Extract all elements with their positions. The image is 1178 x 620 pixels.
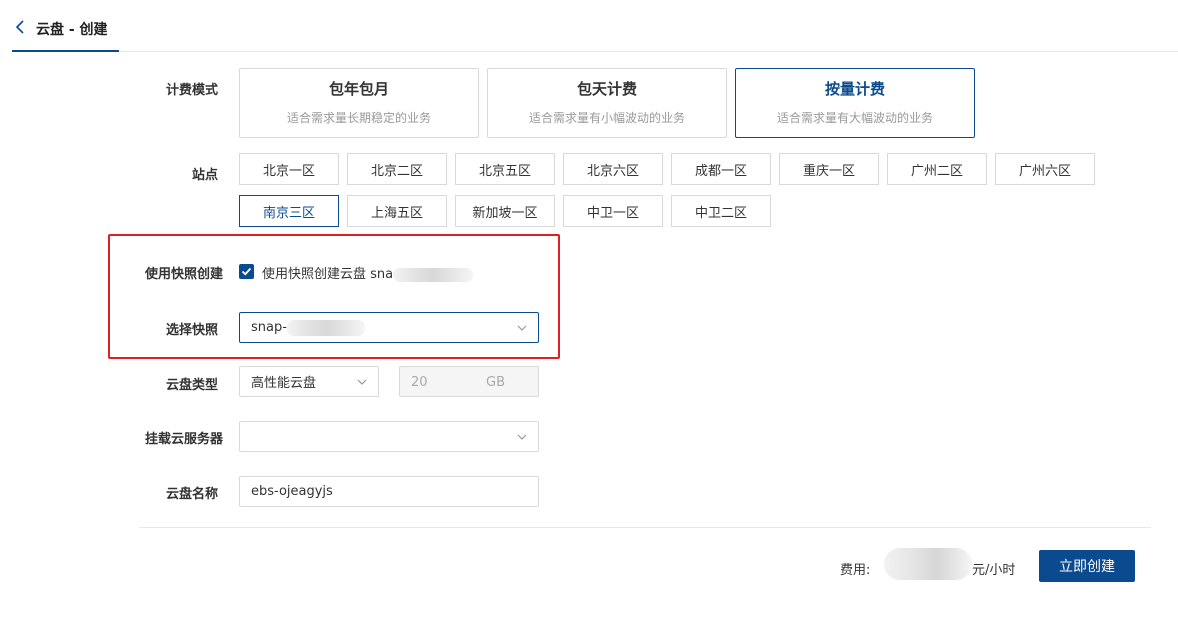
- billing-option-desc: 适合需求量有小幅波动的业务: [528, 111, 685, 125]
- snapshot-create-checkbox[interactable]: [239, 264, 254, 279]
- create-button[interactable]: 立即创建: [1039, 550, 1135, 582]
- redacted-snapshot-id: [393, 267, 474, 282]
- disk-size-value: 20: [411, 375, 428, 390]
- billing-option-title: 包年包月: [328, 80, 389, 98]
- site-option[interactable]: 中卫二区: [671, 195, 771, 227]
- fee-unit: 元/小时: [972, 563, 1016, 578]
- redacted-snapshot-value: [286, 319, 365, 336]
- site-option[interactable]: 广州二区: [887, 153, 987, 185]
- snapshot-select[interactable]: snap-: [239, 312, 539, 343]
- snapshot-create-label: 使用快照创建: [144, 267, 223, 282]
- billing-option-desc: 适合需求量有大幅波动的业务: [776, 111, 933, 125]
- fee-label: 费用:: [840, 563, 871, 578]
- site-option[interactable]: 广州六区: [995, 153, 1095, 185]
- snapshot-select-value: snap-: [251, 320, 287, 335]
- disk-type-select[interactable]: 高性能云盘: [239, 366, 379, 397]
- disk-size-unit: GB: [486, 375, 505, 390]
- billing-option-desc: 适合需求量长期稳定的业务: [286, 111, 431, 125]
- footer-divider: [139, 527, 1151, 528]
- snapshot-create-text: 使用快照创建云盘 sna: [262, 267, 394, 282]
- site-label: 站点: [191, 168, 218, 183]
- chevron-down-icon: [357, 379, 367, 385]
- back-button[interactable]: 云盘 - 创建: [12, 12, 119, 52]
- site-option[interactable]: 中卫一区: [563, 195, 663, 227]
- site-option[interactable]: 成都一区: [671, 153, 771, 185]
- site-option[interactable]: 重庆一区: [779, 153, 879, 185]
- chevron-left-icon[interactable]: [12, 18, 30, 36]
- site-option[interactable]: 北京五区: [455, 153, 555, 185]
- disk-size-input[interactable]: 20 GB: [399, 366, 539, 397]
- disk-name-label: 云盘名称: [165, 487, 218, 502]
- billing-mode-label: 计费模式: [165, 83, 218, 98]
- page-header: 云盘 - 创建: [12, 0, 1178, 52]
- chevron-down-icon: [517, 325, 527, 331]
- site-option[interactable]: 北京一区: [239, 153, 339, 185]
- disk-type-value: 高性能云盘: [251, 376, 317, 391]
- site-option[interactable]: 新加坡一区: [455, 195, 555, 227]
- redacted-fee-amount: [884, 548, 972, 580]
- page-title: 云盘 - 创建: [36, 22, 108, 38]
- site-option-selected[interactable]: 南京三区: [239, 195, 339, 227]
- chevron-down-icon: [517, 434, 527, 440]
- billing-option-daily[interactable]: 包天计费 适合需求量有小幅波动的业务: [487, 68, 727, 138]
- disk-name-input[interactable]: ebs-ojeagyjs: [239, 476, 539, 507]
- disk-type-label: 云盘类型: [165, 378, 218, 393]
- check-icon: [241, 267, 252, 276]
- billing-option-title: 包天计费: [576, 80, 637, 98]
- snapshot-select-label: 选择快照: [165, 323, 218, 338]
- site-option[interactable]: 北京二区: [347, 153, 447, 185]
- mount-server-select[interactable]: [239, 421, 539, 452]
- billing-option-title: 按量计费: [824, 80, 885, 98]
- mount-server-label: 挂载云服务器: [144, 432, 223, 447]
- billing-option-yearly-monthly[interactable]: 包年包月 适合需求量长期稳定的业务: [239, 68, 479, 138]
- disk-name-value: ebs-ojeagyjs: [251, 484, 333, 499]
- site-option[interactable]: 北京六区: [563, 153, 663, 185]
- snapshot-create-text-wrap: 使用快照创建云盘 sna: [262, 263, 474, 282]
- site-option[interactable]: 上海五区: [347, 195, 447, 227]
- billing-option-pay-as-you-go[interactable]: 按量计费 适合需求量有大幅波动的业务: [735, 68, 975, 138]
